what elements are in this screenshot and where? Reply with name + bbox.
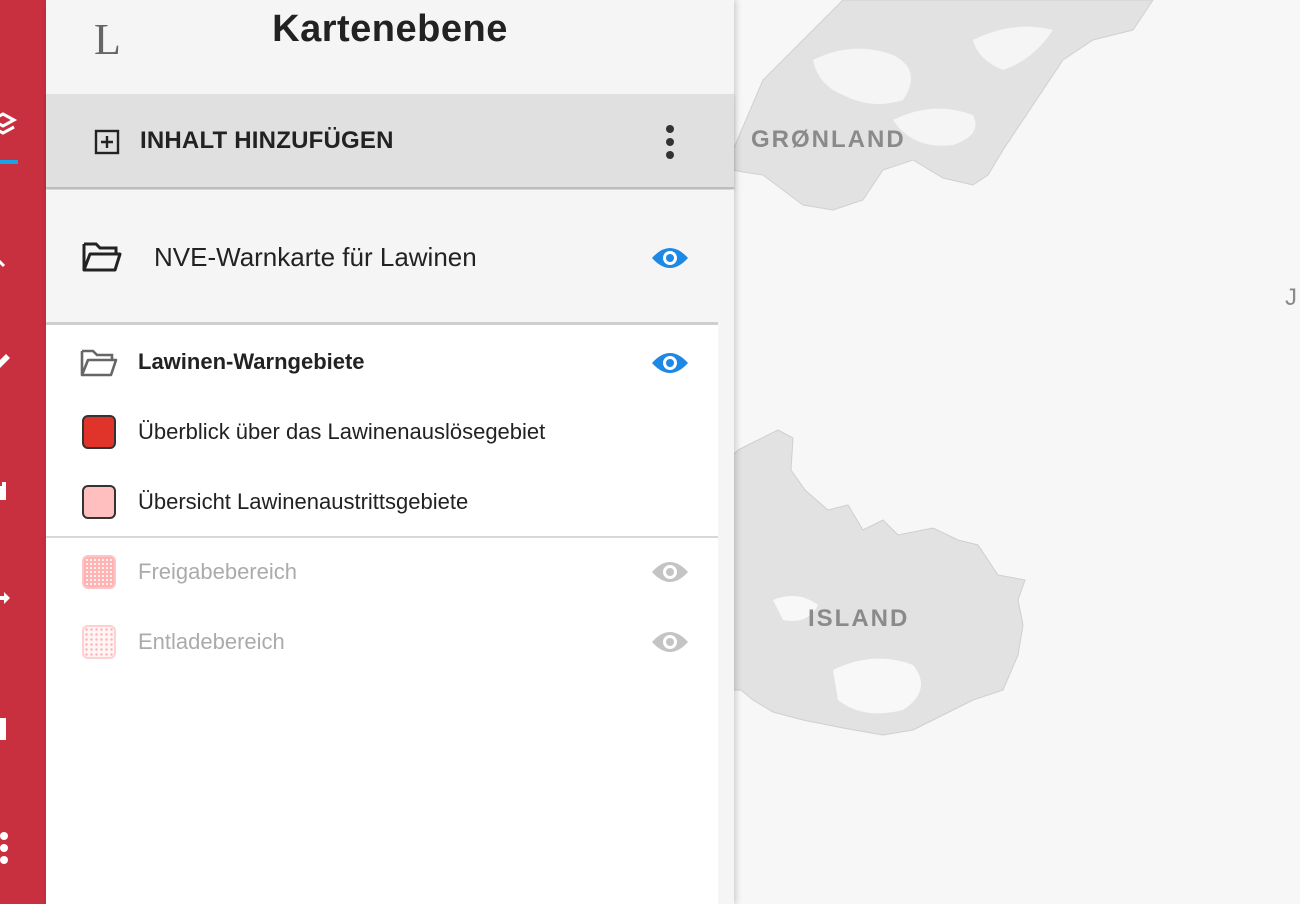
sublayer-group-label: Lawinen-Warngebiete: [138, 349, 365, 374]
visibility-off-icon[interactable]: [650, 628, 690, 656]
add-content-button[interactable]: INHALT HINZUFÜGEN: [140, 127, 394, 155]
sublayer-label: Freigabebereich: [138, 559, 297, 584]
folder-open-icon: [82, 242, 122, 272]
map-label-edge: J: [1285, 284, 1299, 311]
legend-swatch-red: [82, 415, 116, 449]
layers-tool-button[interactable]: [0, 106, 18, 146]
folder-open-icon: [80, 349, 118, 377]
sublayer-list: Lawinen-Warngebiete Überblick über das L…: [46, 322, 718, 904]
visibility-on-icon[interactable]: [650, 349, 690, 377]
legend-label: Übersicht Lawinenaustrittsgebiete: [138, 489, 469, 514]
sublayer-row-hidden[interactable]: Entladebereich: [46, 607, 718, 677]
search-icon: [0, 259, 6, 268]
legend-item: Übersicht Lawinenaustrittsgebiete: [46, 467, 718, 537]
panel-header: L Kartenebene: [46, 0, 734, 94]
map-label-iceland: ISLAND: [808, 605, 910, 632]
print-icon: [0, 482, 6, 500]
legend-label: Überblick über das Lawinenauslösegebiet: [138, 419, 546, 444]
app-rail: [0, 0, 46, 904]
visibility-off-icon[interactable]: [650, 558, 690, 586]
add-content-bar[interactable]: INHALT HINZUFÜGEN: [46, 94, 734, 189]
search-tool-button[interactable]: [0, 236, 18, 276]
layer-group-row[interactable]: NVE-Warnkarte für Lawinen: [46, 190, 734, 322]
layer-group-label: NVE-Warnkarte für Lawinen: [154, 242, 477, 272]
bookmark-icon: [0, 718, 6, 740]
bookmark-tool-button[interactable]: [0, 708, 18, 748]
measure-tool-button[interactable]: [0, 336, 18, 376]
sublayer-label: Entladebereich: [138, 629, 285, 654]
active-tool-indicator: [0, 160, 18, 164]
print-tool-button[interactable]: [0, 470, 18, 510]
share-icon: [0, 592, 10, 604]
more-vert-icon: [0, 832, 8, 864]
add-box-icon: [94, 129, 120, 155]
more-tools-button[interactable]: [0, 826, 18, 866]
dots-swatch: [82, 625, 116, 659]
visibility-on-icon[interactable]: [650, 244, 690, 272]
layers-icon: [0, 112, 18, 135]
sublayer-row-hidden[interactable]: Freigabebereich: [46, 537, 718, 607]
sublayer-group-row[interactable]: Lawinen-Warngebiete: [46, 327, 718, 397]
more-vert-icon[interactable]: [658, 124, 682, 160]
legend-swatch-pink: [82, 485, 116, 519]
map-label-greenland: GRØNLAND: [751, 126, 906, 153]
layer-panel: L Kartenebene INHALT HINZUFÜGEN NVE-Warn…: [46, 0, 734, 904]
legend-item: Überblick über das Lawinenauslösegebiet: [46, 397, 718, 467]
share-tool-button[interactable]: [0, 578, 18, 618]
page-title: Kartenebene: [272, 8, 508, 50]
hatch-swatch: [82, 555, 116, 589]
map-view[interactable]: GRØNLAND ISLAND J: [733, 0, 1300, 904]
ruler-icon: [0, 354, 10, 368]
